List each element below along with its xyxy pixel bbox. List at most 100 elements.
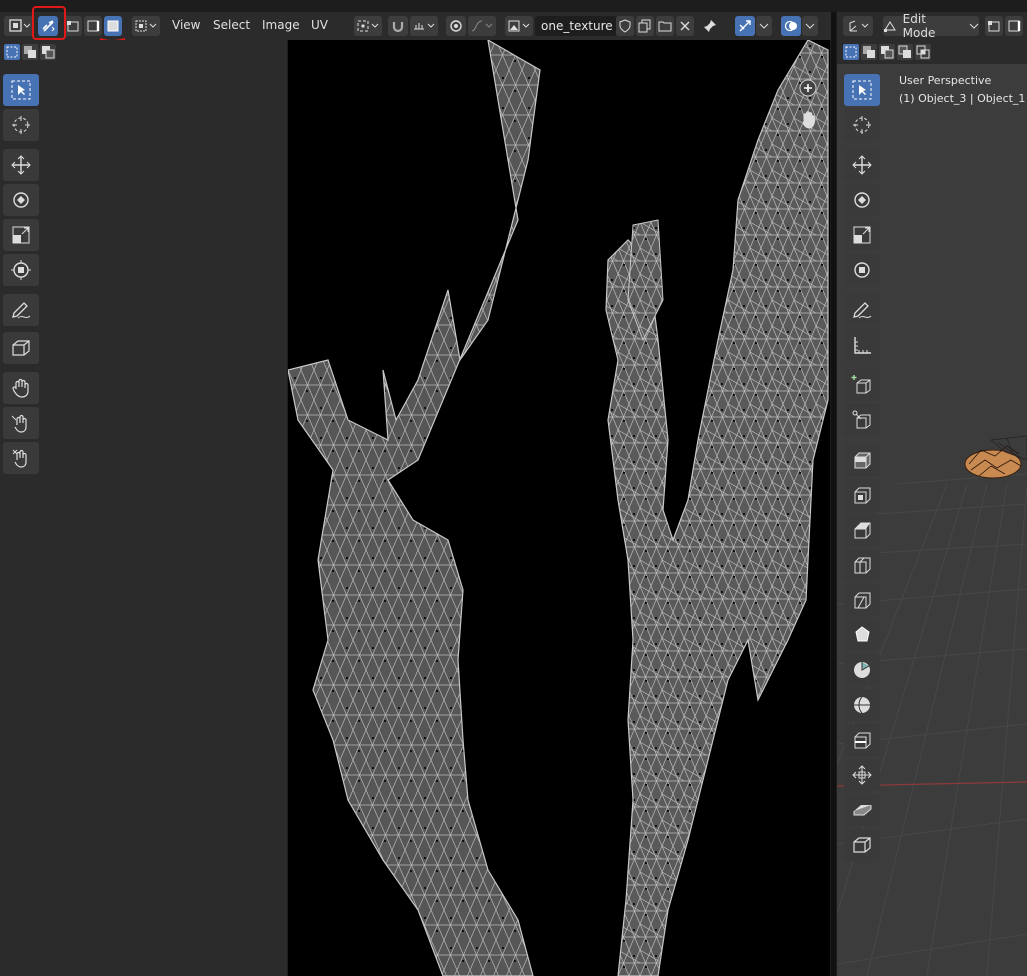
image-browse-dropdown[interactable] xyxy=(505,16,533,36)
select-extend-button[interactable] xyxy=(22,44,38,60)
snap-target-dropdown[interactable] xyxy=(410,16,438,36)
poly-build-icon xyxy=(855,626,870,642)
proportional-falloff-dropdown[interactable] xyxy=(468,16,496,36)
cursor-arrow-icon xyxy=(11,80,31,100)
relax-hand-icon xyxy=(11,414,27,433)
shrink-fatten-icon xyxy=(852,765,872,785)
image-name-field[interactable]: one_texture xyxy=(535,16,617,36)
viewport-annotate-tool[interactable] xyxy=(844,294,880,326)
pan-gizmo[interactable] xyxy=(798,108,820,133)
menu-uv[interactable]: UV xyxy=(311,18,328,32)
select-new-button[interactable] xyxy=(4,44,20,60)
menu-view[interactable]: View xyxy=(172,18,200,32)
viewport-knife-cube-tool[interactable] xyxy=(844,404,880,436)
selection-mode-dropdown[interactable] xyxy=(132,16,160,36)
pivot-icon xyxy=(357,20,379,32)
viewport-shrink-tool[interactable] xyxy=(844,759,880,791)
overlays-dropdown[interactable] xyxy=(802,16,818,36)
uv-toolbar-panel xyxy=(0,64,287,976)
vertex-select-icon xyxy=(988,21,1000,32)
chevron-down-icon xyxy=(805,23,815,29)
grab-tool[interactable] xyxy=(3,372,39,404)
move-icon xyxy=(11,155,31,175)
unlink-image-button[interactable] xyxy=(676,16,694,36)
folder-icon xyxy=(658,21,672,32)
viewport-shear-tool[interactable] xyxy=(844,794,880,826)
viewport-vertex-select-button[interactable] xyxy=(985,16,1003,36)
viewport-edge-select-button[interactable] xyxy=(1005,16,1023,36)
viewport-measure-tool[interactable] xyxy=(844,329,880,361)
scale-tool[interactable] xyxy=(3,219,39,251)
open-image-button[interactable] xyxy=(656,16,674,36)
viewport-rip-tool[interactable] xyxy=(844,829,880,861)
viewport-select-box-tool[interactable] xyxy=(844,74,880,106)
viewport-poly-build-tool[interactable] xyxy=(844,619,880,651)
menu-image[interactable]: Image xyxy=(262,18,300,32)
viewport-smooth-tool[interactable] xyxy=(844,689,880,721)
cursor-tool[interactable] xyxy=(3,109,39,141)
transform-tool[interactable] xyxy=(3,254,39,286)
menu-select[interactable]: Select xyxy=(213,18,250,32)
viewport-move-tool[interactable] xyxy=(844,149,880,181)
pivot-point-dropdown[interactable] xyxy=(354,16,382,36)
select-box-icon xyxy=(6,46,18,58)
face-select-icon xyxy=(107,20,119,32)
viewport-select-intersect-button[interactable] xyxy=(915,44,931,60)
chevron-down-icon xyxy=(969,23,979,29)
rotate-icon xyxy=(854,192,870,208)
viewport-editor-type-button[interactable] xyxy=(843,16,873,36)
edge-select-icon xyxy=(87,20,100,32)
viewport-cursor-tool[interactable] xyxy=(844,109,880,141)
pencil-icon xyxy=(12,302,31,319)
uv-island-right xyxy=(605,40,829,976)
overlays-toggle[interactable] xyxy=(781,16,801,36)
gizmo-toggle[interactable] xyxy=(735,16,755,36)
rip-region-tool[interactable] xyxy=(3,332,39,364)
select-box-tool[interactable] xyxy=(3,74,39,106)
relax-tool[interactable] xyxy=(3,407,39,439)
pin-image-toggle[interactable] xyxy=(700,16,720,36)
move-tool[interactable] xyxy=(3,149,39,181)
viewport-add-cube-tool[interactable] xyxy=(844,369,880,401)
vertex-select-mode-button[interactable] xyxy=(64,16,82,36)
area-divider[interactable] xyxy=(831,12,836,976)
viewport-knife-tool[interactable] xyxy=(844,584,880,616)
viewport-bevel-tool[interactable] xyxy=(844,514,880,546)
gizmo-icon xyxy=(739,20,751,32)
viewport-tool-header xyxy=(837,40,1027,64)
new-image-button[interactable] xyxy=(636,16,654,36)
viewport-inset-tool[interactable] xyxy=(844,479,880,511)
gizmo-dropdown[interactable] xyxy=(756,16,772,36)
viewport-select-subtract-button[interactable] xyxy=(879,44,895,60)
pinch-tool[interactable] xyxy=(3,442,39,474)
viewport-loop-cut-tool[interactable] xyxy=(844,549,880,581)
viewport-spin-tool[interactable] xyxy=(844,654,880,686)
viewport-edge-slide-tool[interactable] xyxy=(844,724,880,756)
close-icon xyxy=(680,21,690,31)
viewport-transform-tool[interactable] xyxy=(844,254,880,286)
fake-user-toggle[interactable] xyxy=(616,16,634,36)
annotation-circle xyxy=(32,6,66,40)
uv-mesh-islands xyxy=(288,40,829,976)
viewport-select-invert-button[interactable] xyxy=(897,44,913,60)
snap-toggle[interactable] xyxy=(388,16,408,36)
viewport-select-extend-button[interactable] xyxy=(861,44,877,60)
editor-type-button[interactable] xyxy=(4,16,34,36)
ruler-icon xyxy=(854,337,871,354)
select-subtract-icon xyxy=(881,46,894,59)
uv-canvas[interactable] xyxy=(288,40,830,976)
mode-dropdown[interactable]: Edit Mode xyxy=(883,12,979,40)
rotate-tool[interactable] xyxy=(3,184,39,216)
face-select-mode-button[interactable] xyxy=(104,16,122,36)
edge-select-mode-button[interactable] xyxy=(84,16,102,36)
viewport-scale-tool[interactable] xyxy=(844,219,880,251)
rip-icon xyxy=(12,340,30,356)
viewport-select-new-button[interactable] xyxy=(843,44,859,60)
select-subtract-button[interactable] xyxy=(40,44,56,60)
proportional-editing-toggle[interactable] xyxy=(446,16,466,36)
zoom-gizmo[interactable] xyxy=(798,78,820,103)
3d-viewport[interactable]: User Perspective (1) Object_3 | Object_1 xyxy=(837,64,1027,976)
viewport-extrude-tool[interactable] xyxy=(844,444,880,476)
annotate-tool[interactable] xyxy=(3,294,39,326)
viewport-rotate-tool[interactable] xyxy=(844,184,880,216)
